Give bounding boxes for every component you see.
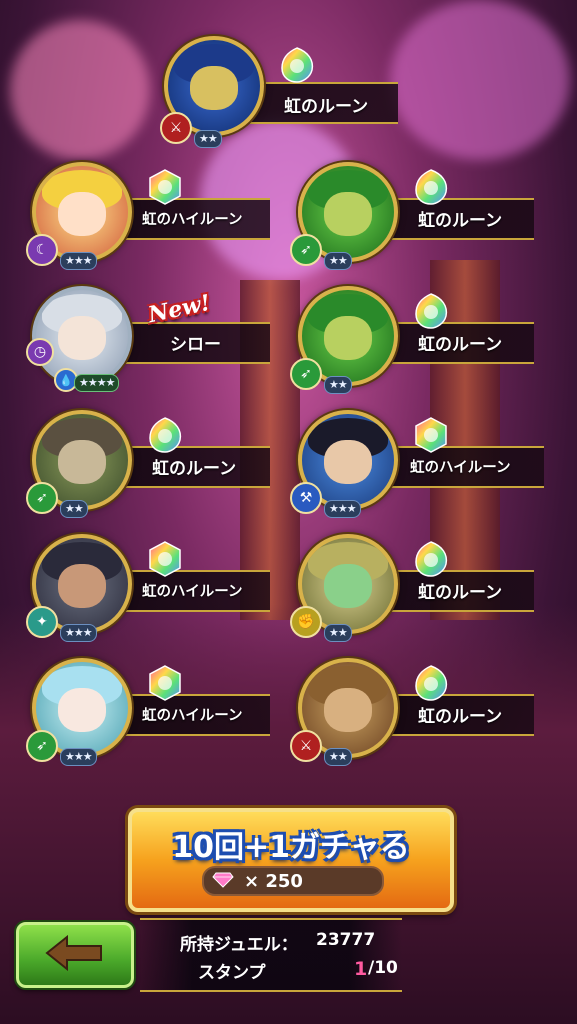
jewel-value: 23777 (316, 930, 376, 950)
rainbow-high-rune-icon (146, 664, 184, 702)
summon-slot-6[interactable]: ➶ ★★ 虹のルーン (24, 406, 274, 526)
summon-slot-8[interactable]: ✦ ★★★ 虹のハイルーン (24, 530, 274, 650)
wind-element-icon: ➶ (26, 482, 58, 514)
rarity-stars: ★★ (324, 376, 352, 394)
fire-element-icon: ⚔ (290, 730, 322, 762)
summon-name: 虹のルーン (418, 211, 503, 231)
rainbow-rune-icon (278, 46, 316, 84)
wind-element-icon: ✦ (26, 606, 58, 638)
rarity-stars: ★★ (324, 748, 352, 766)
stamp-label: スタンプ (198, 963, 266, 983)
wind-element-icon: ➶ (290, 234, 322, 266)
water-element-icon: ⚒ (290, 482, 322, 514)
rarity-stars: ★★ (194, 130, 222, 148)
rainbow-rune-icon (412, 168, 450, 206)
summon-slot-4[interactable]: ◷ 💧 ★★★★ New! シロー (24, 282, 274, 402)
gacha-button-label: 10回+1ガチャる (172, 830, 410, 865)
clock-icon: ◷ (26, 338, 54, 366)
summon-name: 虹のハイルーン (142, 584, 243, 600)
gacha-10plus1-button[interactable]: 10回+1ガチャる × 250 (128, 808, 454, 912)
summon-name: 虹のルーン (418, 707, 503, 727)
cost-text: × 250 (244, 871, 303, 892)
summon-name: 虹のハイルーン (142, 212, 243, 228)
summon-slot-11[interactable]: ⚔ ★★ 虹のルーン (288, 654, 568, 774)
summon-name: シロー (170, 335, 221, 355)
summon-slot-5[interactable]: ➶ ★★ 虹のルーン (288, 282, 568, 402)
summon-slot-9[interactable]: ✊ ★★ 虹のルーン (288, 530, 568, 650)
summon-name: 虹のハイルーン (410, 460, 511, 476)
rainbow-rune-icon (412, 540, 450, 578)
rarity-stars: ★★★★ (74, 374, 120, 392)
rarity-stars: ★★★ (60, 748, 97, 766)
rainbow-rune-icon (412, 292, 450, 330)
summon-slot-3[interactable]: ➶ ★★ 虹のルーン (288, 158, 568, 278)
summon-slot-7[interactable]: ⚒ ★★★ 虹のハイルーン (288, 406, 568, 526)
summon-name: 虹のルーン (418, 583, 503, 603)
rarity-stars: ★★★ (324, 500, 361, 518)
summon-name: 虹のルーン (284, 97, 369, 117)
back-arrow-icon (45, 935, 102, 971)
stamp-current: 1 (354, 958, 368, 980)
rainbow-high-rune-icon (412, 416, 450, 454)
rarity-stars: ★★ (324, 624, 352, 642)
rainbow-high-rune-icon (146, 168, 184, 206)
back-button[interactable] (16, 922, 134, 988)
rarity-stars: ★★ (60, 500, 88, 518)
summon-slot-2[interactable]: ☾ ★★★ 虹のハイルーン (24, 158, 274, 278)
summon-name: 虹のルーン (152, 459, 237, 479)
cost-display: × 250 (202, 866, 384, 896)
fire-element-icon: ⚔ (160, 112, 192, 144)
summon-name: 虹のハイルーン (142, 708, 243, 724)
jewel-stamp-panel: 所持ジュエル： 23777 スタンプ 1 /10 (140, 918, 402, 992)
rarity-stars: ★★★ (60, 252, 97, 270)
stamp-total: /10 (368, 958, 398, 978)
wind-element-icon: ➶ (290, 358, 322, 390)
summon-slot-1[interactable]: ⚔ ★★ 虹のルーン (160, 32, 410, 152)
character-portrait (32, 286, 132, 386)
jewel-label: 所持ジュエル： (180, 935, 298, 955)
summon-name: 虹のルーン (418, 335, 503, 355)
wind-element-icon: ➶ (26, 730, 58, 762)
rainbow-rune-icon (412, 664, 450, 702)
earth-element-icon: ✊ (290, 606, 322, 638)
summon-slot-10[interactable]: ➶ ★★★ 虹のハイルーン (24, 654, 274, 774)
dark-element-icon: ☾ (26, 234, 58, 266)
rainbow-rune-icon (146, 416, 184, 454)
jewel-icon (212, 872, 234, 888)
rainbow-high-rune-icon (146, 540, 184, 578)
rarity-stars: ★★★ (60, 624, 97, 642)
rarity-stars: ★★ (324, 252, 352, 270)
